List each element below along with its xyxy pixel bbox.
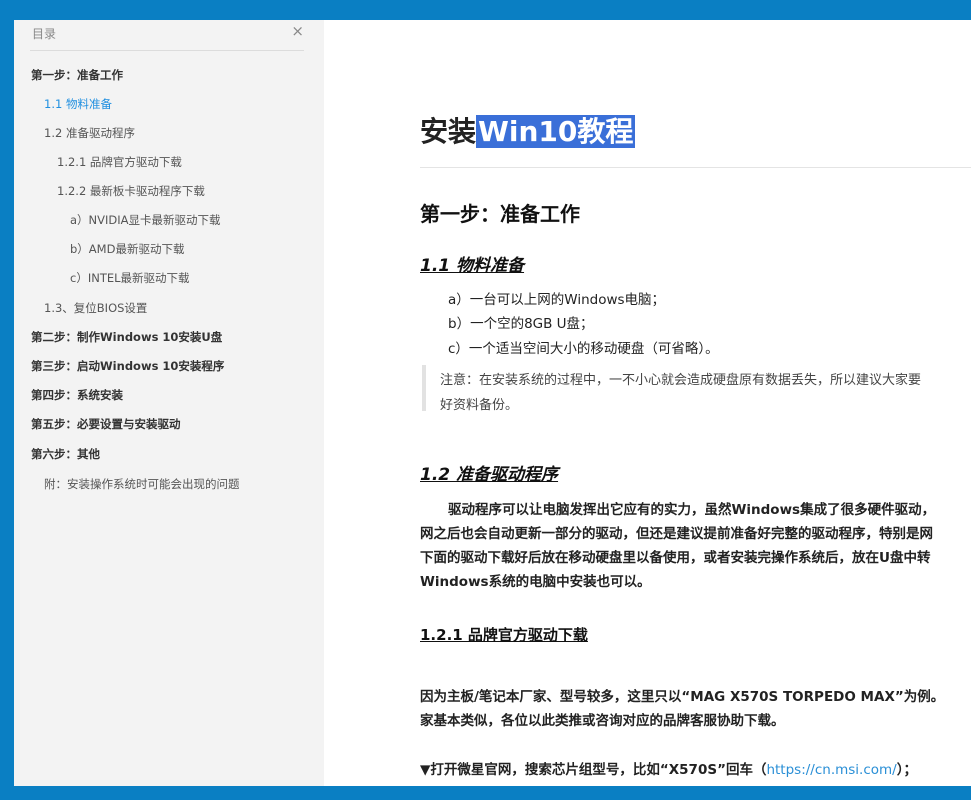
app-window: 目录 × 第一步：准备工作 1.1 物料准备 1.2 准备驱动程序 1.2.1 … xyxy=(14,20,971,786)
msi-link[interactable]: https://cn.msi.com/ xyxy=(766,762,896,778)
instruction-suffix: ）； xyxy=(896,762,917,778)
paragraph-line: 家基本类似，各位以此类推或咨询对应的品牌客服协助下载。 xyxy=(420,713,785,729)
paragraph-line: 因为主板/笔记本厂家、型号较多，这里只以“MAG X570S TORPEDO M… xyxy=(420,689,945,705)
instruction-line: ▼打开微星官网，搜索芯片组型号，比如“X570S”回车（https://cn.m… xyxy=(420,758,917,778)
toc-item-amd[interactable]: b）AMD最新驱动下载 xyxy=(70,239,184,259)
toc-sidebar: 目录 × 第一步：准备工作 1.1 物料准备 1.2 准备驱动程序 1.2.1 … xyxy=(14,20,322,786)
toc-item-1-2-2[interactable]: 1.2.2 最新板卡驱动程序下载 xyxy=(57,181,205,201)
toc-item-step4[interactable]: 第四步：系统安装 xyxy=(31,385,123,405)
title-selected-text[interactable]: Win10教程 xyxy=(476,115,636,148)
paragraph-line: Windows系统的电脑中安装也可以。 xyxy=(420,574,651,590)
toc-title: 目录 xyxy=(32,27,57,41)
toc-item-1-3[interactable]: 1.3、复位BIOS设置 xyxy=(44,298,147,318)
toc-item-step1[interactable]: 第一步：准备工作 xyxy=(31,65,123,85)
instruction-text: ▼打开微星官网，搜索芯片组型号，比如“X570S”回车（ xyxy=(420,762,767,778)
heading-1-1: 1.1 物料准备 xyxy=(420,256,525,276)
toc-item-step3[interactable]: 第三步：启动Windows 10安装程序 xyxy=(31,356,224,376)
list-item: a）一台可以上网的Windows电脑； xyxy=(448,292,666,308)
toc-item-1-2[interactable]: 1.2 准备驱动程序 xyxy=(44,123,135,143)
toc-item-1-2-1[interactable]: 1.2.1 品牌官方驱动下载 xyxy=(57,152,182,172)
toc-header: 目录 × xyxy=(30,20,304,51)
title-prefix: 安装 xyxy=(420,115,477,148)
page-title: 安装Win10教程 xyxy=(420,108,636,156)
paragraph-line: 驱动程序可以让电脑发挥出它应有的实力，虽然Windows集成了很多硬件驱动， xyxy=(448,502,936,518)
toc-item-appendix[interactable]: 附：安装操作系统时可能会出现的问题 xyxy=(44,474,240,494)
list-item: b）一个空的8GB U盘； xyxy=(448,316,594,332)
document-content: 安装Win10教程 第一步：准备工作 1.1 物料准备 a）一台可以上网的Win… xyxy=(324,20,971,786)
toc-item-intel[interactable]: c）INTEL最新驱动下载 xyxy=(70,268,190,288)
note-line: 好资料备份。 xyxy=(440,398,519,413)
title-divider xyxy=(420,167,971,168)
toc-item-step6[interactable]: 第六步：其他 xyxy=(31,444,100,464)
heading-1-2: 1.2 准备驱动程序 xyxy=(420,465,559,485)
toc-item-1-1[interactable]: 1.1 物料准备 xyxy=(44,94,112,114)
paragraph-line: 网之后也会自动更新一部分的驱动，但还是建议提前准备好完整的驱动程序，特别是网 xyxy=(420,526,933,542)
toc-item-step2[interactable]: 第二步：制作Windows 10安装U盘 xyxy=(31,327,222,347)
heading-1-2-1: 1.2.1 品牌官方驱动下载 xyxy=(420,626,588,644)
toc-item-nvidia[interactable]: a）NVIDIA显卡最新驱动下载 xyxy=(70,210,221,230)
note-line: 注意：在安装系统的过程中，一不小心就会造成硬盘原有数据丢失，所以建议大家要 xyxy=(440,373,922,388)
paragraph-line: 下面的驱动下载好后放在移动硬盘里以备使用，或者安装完操作系统后，放在U盘中转 xyxy=(420,550,931,566)
toc-item-step5[interactable]: 第五步：必要设置与安装驱动 xyxy=(31,414,181,434)
close-icon[interactable]: × xyxy=(291,22,304,40)
note-blockquote: 注意：在安装系统的过程中，一不小心就会造成硬盘原有数据丢失，所以建议大家要 好资… xyxy=(422,365,971,413)
heading-step1: 第一步：准备工作 xyxy=(420,202,580,226)
list-item: c）一个适当空间大小的移动硬盘（可省略）。 xyxy=(448,341,719,357)
